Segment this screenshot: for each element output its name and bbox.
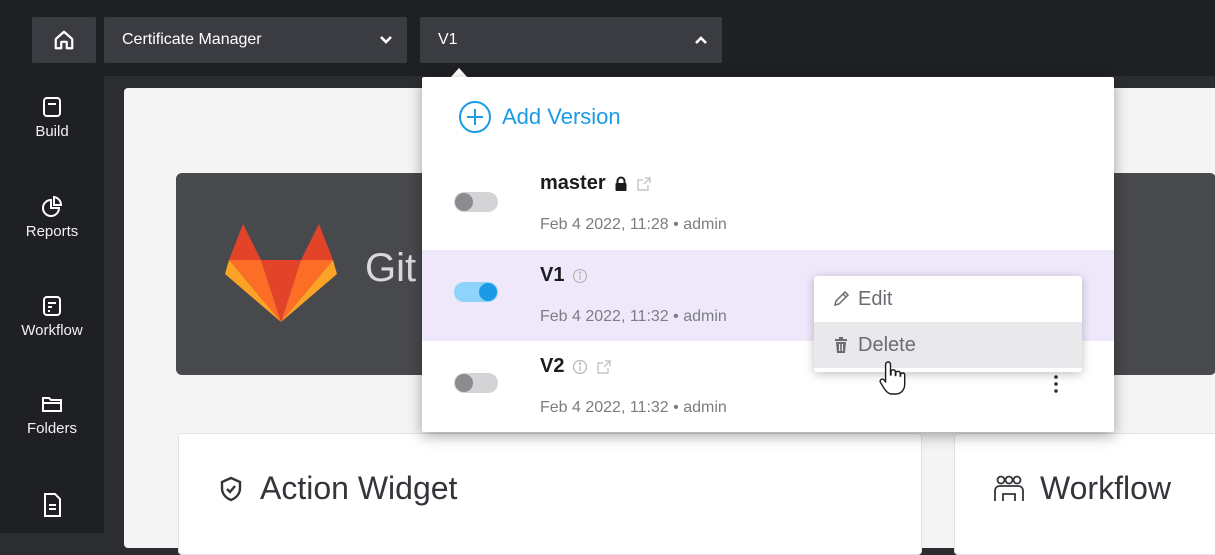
hand-cursor-icon <box>879 361 906 395</box>
action-widget-title: Action Widget <box>218 470 457 507</box>
toggle-knob <box>455 193 473 211</box>
info-icon[interactable] <box>572 359 588 375</box>
version-row-master[interactable] <box>422 160 1114 251</box>
version-name-label: V2 <box>540 355 565 377</box>
toggle-knob <box>479 283 497 301</box>
plus-circle-icon <box>459 101 491 133</box>
people-icon <box>994 475 1024 501</box>
menu-item-label: Delete <box>858 333 916 356</box>
sidebar-item-documents[interactable] <box>0 492 104 522</box>
action-widget-label: Action Widget <box>260 470 458 506</box>
more-options-icon[interactable] <box>1050 372 1062 396</box>
sidebar-item-label: Build <box>35 123 69 140</box>
home-button[interactable] <box>32 17 96 63</box>
version-name-master: master <box>540 172 652 195</box>
external-link-icon[interactable] <box>636 176 652 192</box>
sidebar-item-label: Reports <box>25 223 79 240</box>
chevron-up-icon <box>694 35 708 45</box>
app-selector-label: Certificate Manager <box>122 31 262 48</box>
menu-item-edit[interactable]: Edit <box>814 276 1082 322</box>
pie-chart-icon <box>42 195 63 217</box>
version-meta-v1: Feb 4 2022, 11:32 • admin <box>540 308 727 325</box>
add-version-label: Add Version <box>502 104 621 129</box>
workflow-widget-label: Workflow <box>1040 470 1171 506</box>
sidebar-item-workflow[interactable]: Workflow <box>0 294 104 339</box>
workflow-widget-title: Workflow <box>992 470 1171 507</box>
sidebar-item-build[interactable]: Build <box>0 95 104 140</box>
gitlab-logo-icon <box>225 224 337 322</box>
version-meta-master: Feb 4 2022, 11:28 • admin <box>540 216 727 233</box>
menu-item-delete[interactable]: Delete <box>814 322 1082 368</box>
sidebar-item-label: Folders <box>26 420 78 437</box>
menu-item-label: Edit <box>858 287 893 310</box>
sidebar-item-reports[interactable]: Reports <box>0 195 104 240</box>
pencil-icon <box>833 290 850 307</box>
version-selector[interactable]: V1 <box>420 17 722 63</box>
external-link-icon[interactable] <box>596 359 612 375</box>
app-selector[interactable]: Certificate Manager <box>104 17 407 63</box>
gitlab-card-title: Git <box>365 246 417 290</box>
version-toggle-v1[interactable] <box>454 282 498 302</box>
version-toggle-v2[interactable] <box>454 373 498 393</box>
trash-icon <box>835 337 847 353</box>
shield-check-icon <box>220 476 242 501</box>
sidebar-item-folders[interactable]: Folders <box>0 392 104 437</box>
folder-icon <box>42 397 62 412</box>
workflow-icon <box>43 296 61 316</box>
build-icon <box>43 97 61 117</box>
lock-icon <box>614 176 628 192</box>
home-icon <box>54 30 74 50</box>
version-name-v1: V1 <box>540 264 588 287</box>
version-name-v2: V2 <box>540 355 612 378</box>
version-toggle-master[interactable] <box>454 192 498 212</box>
add-version-button[interactable]: Add Version <box>458 100 621 134</box>
version-name-label: master <box>540 172 606 194</box>
version-meta-v2: Feb 4 2022, 11:32 • admin <box>540 399 727 416</box>
sidebar-item-label: Workflow <box>21 322 83 339</box>
toggle-knob <box>455 374 473 392</box>
info-icon[interactable] <box>572 268 588 284</box>
chevron-down-icon <box>379 35 393 45</box>
document-icon <box>44 493 61 517</box>
version-name-label: V1 <box>540 264 565 286</box>
version-selector-label: V1 <box>438 31 458 48</box>
